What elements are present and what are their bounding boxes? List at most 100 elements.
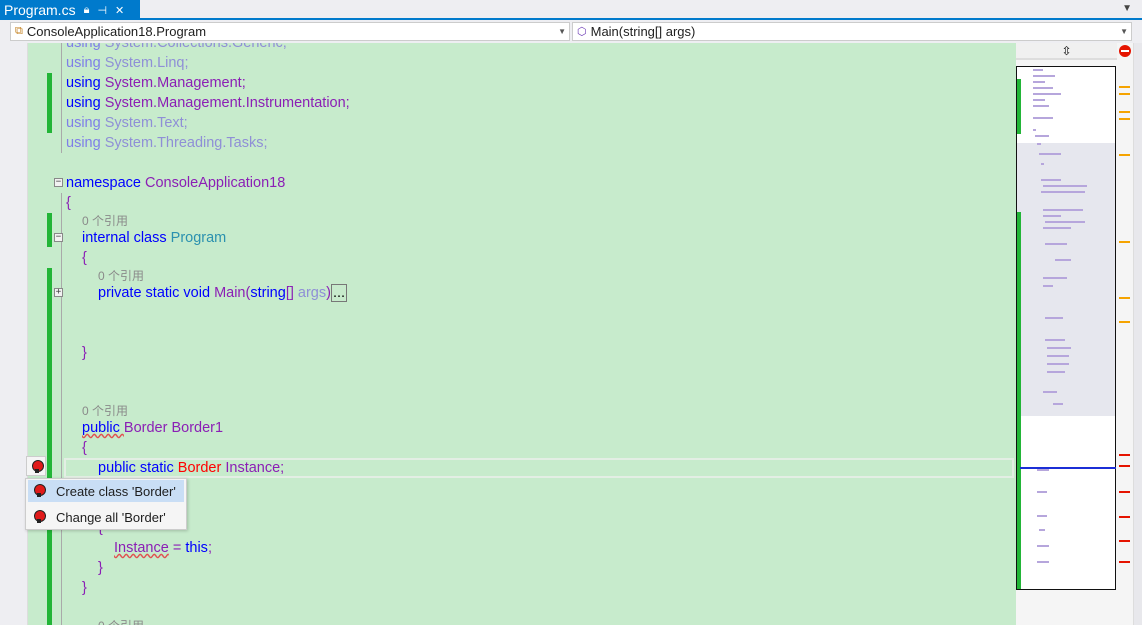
warning-marker[interactable]	[1119, 241, 1130, 243]
code-line: using System.Collections.Generic;	[66, 43, 287, 53]
error-indicator-icon[interactable]	[1119, 45, 1131, 57]
error-marker[interactable]	[1119, 465, 1130, 467]
minimap-viewport[interactable]	[1016, 66, 1116, 590]
code-line: {	[66, 193, 71, 213]
change-bar	[47, 73, 52, 133]
change-bar	[47, 268, 52, 625]
error-marker[interactable]	[1119, 561, 1130, 563]
minimap-code-line	[1041, 179, 1061, 181]
code-line: using System.Threading.Tasks;	[66, 133, 268, 153]
code-token: ;	[207, 540, 212, 556]
member-dropdown-value: Main(string[] args)	[590, 24, 696, 39]
minimap-code-line	[1045, 339, 1065, 341]
menu-item-create-class[interactable]: Create class 'Border'	[28, 480, 184, 502]
code-token: {	[82, 440, 87, 456]
minimap-code-line	[1047, 347, 1071, 349]
minimap-code-line	[1037, 469, 1049, 471]
code-token: string	[250, 285, 286, 301]
code-token: System.Linq;	[104, 55, 189, 71]
type-dropdown[interactable]: ⧉ ConsoleApplication18.Program ▼	[10, 22, 570, 41]
code-token: 0 个引用	[98, 619, 144, 625]
splitter-icon: ⇳	[1061, 44, 1072, 58]
tab-title: Program.cs	[4, 2, 76, 18]
code-editor[interactable]: − − + using System.Collections.Generic; u…	[28, 43, 1016, 625]
tab-bar: Program.cs 🔒︎ ⊣ ✕ ▼	[0, 0, 1142, 20]
lightbulb-button[interactable]	[26, 456, 46, 476]
minimap-code-line	[1033, 129, 1036, 131]
collapse-icon[interactable]: −	[54, 233, 63, 242]
change-bar	[47, 213, 52, 247]
warning-marker[interactable]	[1119, 297, 1130, 299]
minimap-code-line	[1037, 515, 1047, 517]
code-line: public static Border Instance;	[98, 458, 284, 478]
code-line: }	[98, 558, 103, 578]
method-icon: ⬡	[577, 26, 587, 38]
code-token: Instance	[114, 540, 169, 556]
code-token: public static	[98, 460, 178, 476]
minimap-code-line	[1033, 93, 1061, 95]
lightbulb-error-icon	[34, 510, 46, 523]
warning-marker[interactable]	[1119, 86, 1130, 88]
code-line: public Border Border1	[82, 418, 223, 438]
minimap-code-line	[1033, 81, 1045, 83]
minimap-code-line	[1041, 191, 1085, 193]
warning-marker[interactable]	[1119, 321, 1130, 323]
chevron-down-icon: ▼	[558, 27, 566, 36]
code-line: using System.Management;	[66, 73, 246, 93]
minimap-code-line	[1043, 277, 1067, 279]
lightbulb-error-icon	[34, 484, 46, 497]
outline-guide	[61, 43, 62, 153]
vertical-scrollbar[interactable]	[1117, 43, 1133, 625]
code-token: Instance;	[225, 460, 285, 476]
code-token: }	[98, 560, 103, 576]
codelens-references[interactable]: 0 个引用	[98, 616, 144, 625]
minimap-code-line	[1045, 243, 1067, 245]
code-line: using System.Text;	[66, 113, 188, 133]
code-token: =	[168, 540, 186, 556]
warning-marker[interactable]	[1119, 111, 1130, 113]
menu-item-change-all[interactable]: Change all 'Border'	[28, 506, 184, 528]
warning-marker[interactable]	[1119, 93, 1130, 95]
minimap-code-line	[1033, 87, 1053, 89]
error-marker[interactable]	[1119, 516, 1130, 518]
error-marker[interactable]	[1119, 454, 1130, 456]
code-line: Instance = this;	[114, 538, 212, 558]
code-token: []	[285, 285, 298, 301]
glyph-margin	[0, 43, 28, 625]
code-token: System.Management;	[104, 75, 246, 91]
lightbulb-error-icon	[32, 460, 44, 473]
code-line: namespace ConsoleApplication18	[66, 173, 285, 193]
code-token: using	[66, 55, 105, 71]
code-line: }	[82, 343, 87, 363]
error-marker[interactable]	[1119, 540, 1130, 542]
code-token: ConsoleApplication18	[145, 175, 286, 191]
tab-program-cs[interactable]: Program.cs 🔒︎ ⊣ ✕	[0, 0, 140, 20]
code-line: {	[82, 438, 87, 458]
error-marker[interactable]	[1119, 491, 1130, 493]
code-token: args	[297, 285, 327, 301]
right-gutter	[1133, 43, 1142, 625]
minimap-code-line	[1037, 545, 1049, 547]
collapse-icon[interactable]: −	[54, 178, 63, 187]
minimap-code-line	[1039, 529, 1045, 531]
pin-icon[interactable]: ⊣	[97, 4, 107, 17]
code-token: {	[82, 250, 87, 266]
code-token: Main	[214, 285, 246, 301]
code-token: internal class	[82, 230, 171, 246]
code-line: private static void Main(string[] args).…	[98, 283, 348, 303]
tab-overflow-chevron-icon[interactable]: ▼	[1122, 3, 1132, 14]
collapsed-region-button[interactable]: ...	[330, 284, 348, 302]
code-token: 0 个引用	[98, 269, 145, 283]
close-icon[interactable]: ✕	[115, 4, 124, 17]
split-window-handle[interactable]: ⇳	[1016, 43, 1117, 60]
member-dropdown[interactable]: ⬡ Main(string[] args) ▼	[572, 22, 1132, 41]
code-token: using	[66, 75, 105, 91]
minimap-code-line	[1043, 285, 1053, 287]
code-token: 0 个引用	[82, 404, 129, 418]
minimap-code-line	[1045, 317, 1063, 319]
warning-marker[interactable]	[1119, 118, 1130, 120]
expand-icon[interactable]: +	[54, 288, 63, 297]
minimap-code-line	[1033, 105, 1049, 107]
warning-marker[interactable]	[1119, 154, 1130, 156]
code-token: using	[66, 43, 105, 51]
